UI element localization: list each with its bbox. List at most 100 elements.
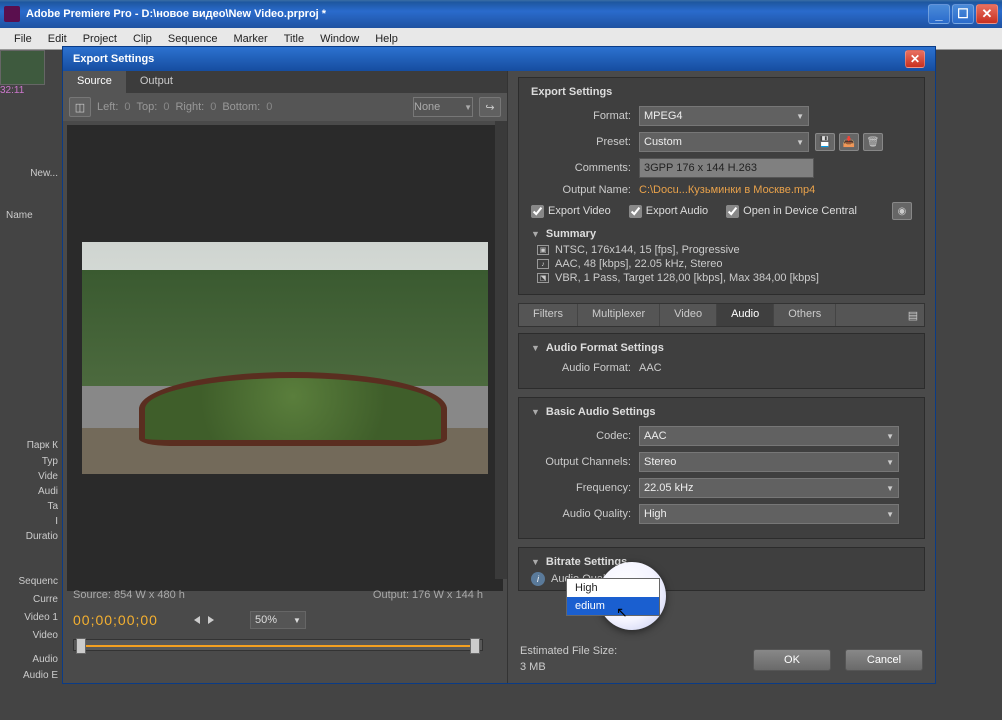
codec-tabs: Filters Multiplexer Video Audio Others ▤ <box>518 303 925 327</box>
tab-output[interactable]: Output <box>126 71 187 93</box>
bg-audio2: Audio E <box>0 670 62 681</box>
export-settings-dialog: Export Settings ✕ Source Output ◫ Left: … <box>62 46 936 684</box>
bg-duration: Duratio <box>0 531 62 542</box>
tab-multiplexer[interactable]: Multiplexer <box>578 304 660 326</box>
crop-top-label: Top: <box>137 101 158 113</box>
export-audio-checkbox[interactable]: Export Audio <box>629 205 708 218</box>
tab-others[interactable]: Others <box>774 304 836 326</box>
export-settings-header: Export Settings <box>531 86 612 98</box>
menu-help[interactable]: Help <box>367 31 406 47</box>
window-maximize-button[interactable]: ☐ <box>952 4 974 24</box>
audio-format-header: Audio Format Settings <box>546 342 664 354</box>
crop-tool-button[interactable]: ◫ <box>69 97 91 117</box>
preview-pane: Source Output ◫ Left: 0 Top: 0 Right: 0 … <box>63 71 508 683</box>
frequency-label: Frequency: <box>531 482 639 494</box>
menu-project[interactable]: Project <box>75 31 125 47</box>
summary-header: Summary <box>546 228 596 240</box>
crop-toolbar: ◫ Left: 0 Top: 0 Right: 0 Bottom: 0 None… <box>63 93 507 121</box>
bg-in: I <box>0 516 62 527</box>
info-icon: i <box>531 572 545 586</box>
crop-proportions-select[interactable]: None▼ <box>413 97 473 117</box>
menu-sequence[interactable]: Sequence <box>160 31 226 47</box>
format-select[interactable]: MPEG4▼ <box>639 106 809 126</box>
comments-label: Comments: <box>531 162 639 174</box>
summary-video: NTSC, 176x144, 15 [fps], Progressive <box>555 244 740 256</box>
dialog-titlebar: Export Settings ✕ <box>63 47 935 71</box>
format-label: Format: <box>531 110 639 122</box>
device-central-info-button[interactable]: ◉ <box>892 202 912 220</box>
audio-format-value: AAC <box>639 362 662 374</box>
summary-audio: AAC, 48 [kbps], 22.05 kHz, Stereo <box>555 258 723 270</box>
codec-select[interactable]: AAC▼ <box>639 426 899 446</box>
dialog-title: Export Settings <box>73 53 154 65</box>
bg-video: Vide <box>0 471 62 482</box>
crop-apply-button[interactable]: ↪ <box>479 97 501 117</box>
crop-right-value[interactable]: 0 <box>210 101 216 113</box>
bg-audio1: Audio <box>0 654 62 665</box>
ok-button[interactable]: OK <box>753 649 831 671</box>
menu-clip[interactable]: Clip <box>125 31 160 47</box>
menu-title[interactable]: Title <box>276 31 312 47</box>
channels-label: Output Channels: <box>531 456 639 468</box>
menu-marker[interactable]: Marker <box>225 31 275 47</box>
bg-curr: Curre <box>0 594 62 605</box>
cancel-button[interactable]: Cancel <box>845 649 923 671</box>
crop-bottom-value[interactable]: 0 <box>266 101 272 113</box>
menu-file[interactable]: File <box>6 31 40 47</box>
preset-select[interactable]: Custom▼ <box>639 132 809 152</box>
crop-left-label: Left: <box>97 101 118 113</box>
bitrate-icon: ⬔ <box>537 273 549 283</box>
estimated-size-label: Estimated File Size: <box>520 644 617 659</box>
output-dimensions: Output: 176 W x 144 h <box>373 589 483 601</box>
tab-overflow-menu[interactable]: ▤ <box>902 304 924 326</box>
window-close-button[interactable]: ✕ <box>976 4 998 24</box>
export-video-checkbox[interactable]: Export Video <box>531 205 611 218</box>
save-preset-button[interactable]: 💾 <box>815 133 835 151</box>
dropdown-option-medium[interactable]: edium <box>567 597 659 615</box>
tab-filters[interactable]: Filters <box>519 304 578 326</box>
channels-select[interactable]: Stereo▼ <box>639 452 899 472</box>
bg-ta: Ta <box>0 501 62 512</box>
menu-edit[interactable]: Edit <box>40 31 75 47</box>
preview-scrollbar[interactable] <box>495 121 507 579</box>
output-name-link[interactable]: C:\Docu...Кузьминки в Москве.mp4 <box>639 184 815 196</box>
audio-format-section: ▼Audio Format Settings Audio Format: AAC <box>518 333 925 389</box>
basic-audio-header: Basic Audio Settings <box>546 406 656 418</box>
range-slider[interactable] <box>73 639 483 651</box>
audio-quality-select[interactable]: High▼ <box>639 504 899 524</box>
source-dimensions: Source: 854 W x 480 h <box>73 589 185 601</box>
dropdown-option-high[interactable]: High <box>567 579 659 597</box>
zoom-select[interactable]: 50%▼ <box>250 611 306 629</box>
crop-right-label: Right: <box>175 101 204 113</box>
bg-name-header: Name <box>0 210 62 221</box>
tab-video[interactable]: Video <box>660 304 717 326</box>
app-icon <box>4 6 20 22</box>
bg-park: Парк К <box>0 440 62 451</box>
bg-sequence: Sequenc <box>0 576 62 587</box>
window-titlebar: Adobe Premiere Pro - D:\новое видео\New … <box>0 0 1002 28</box>
frequency-select[interactable]: 22.05 kHz▼ <box>639 478 899 498</box>
bg-audio: Audi <box>0 486 62 497</box>
step-forward-button[interactable] <box>208 616 214 624</box>
preset-label: Preset: <box>531 136 639 148</box>
tab-source[interactable]: Source <box>63 71 126 93</box>
bitrate-header: Bitrate Settings <box>546 556 627 568</box>
summary-bitrate: VBR, 1 Pass, Target 128,00 [kbps], Max 3… <box>555 272 819 284</box>
open-device-central-checkbox[interactable]: Open in Device Central <box>726 205 857 218</box>
window-title: Adobe Premiere Pro - D:\новое видео\New … <box>26 8 326 20</box>
bg-type: Typ <box>0 456 62 467</box>
audio-icon: ♪ <box>537 259 549 269</box>
preview-area <box>67 125 503 591</box>
dialog-close-button[interactable]: ✕ <box>905 50 925 68</box>
step-back-button[interactable] <box>194 616 200 624</box>
tab-audio[interactable]: Audio <box>717 304 774 326</box>
crop-left-value[interactable]: 0 <box>124 101 130 113</box>
menu-window[interactable]: Window <box>312 31 367 47</box>
preview-image <box>82 242 488 474</box>
crop-top-value[interactable]: 0 <box>163 101 169 113</box>
delete-preset-button[interactable]: 🗑 <box>863 133 883 151</box>
window-minimize-button[interactable]: _ <box>928 4 950 24</box>
comments-input[interactable] <box>639 158 814 178</box>
preview-timecode[interactable]: 00;00;00;00 <box>73 612 158 628</box>
import-preset-button[interactable]: 📥 <box>839 133 859 151</box>
